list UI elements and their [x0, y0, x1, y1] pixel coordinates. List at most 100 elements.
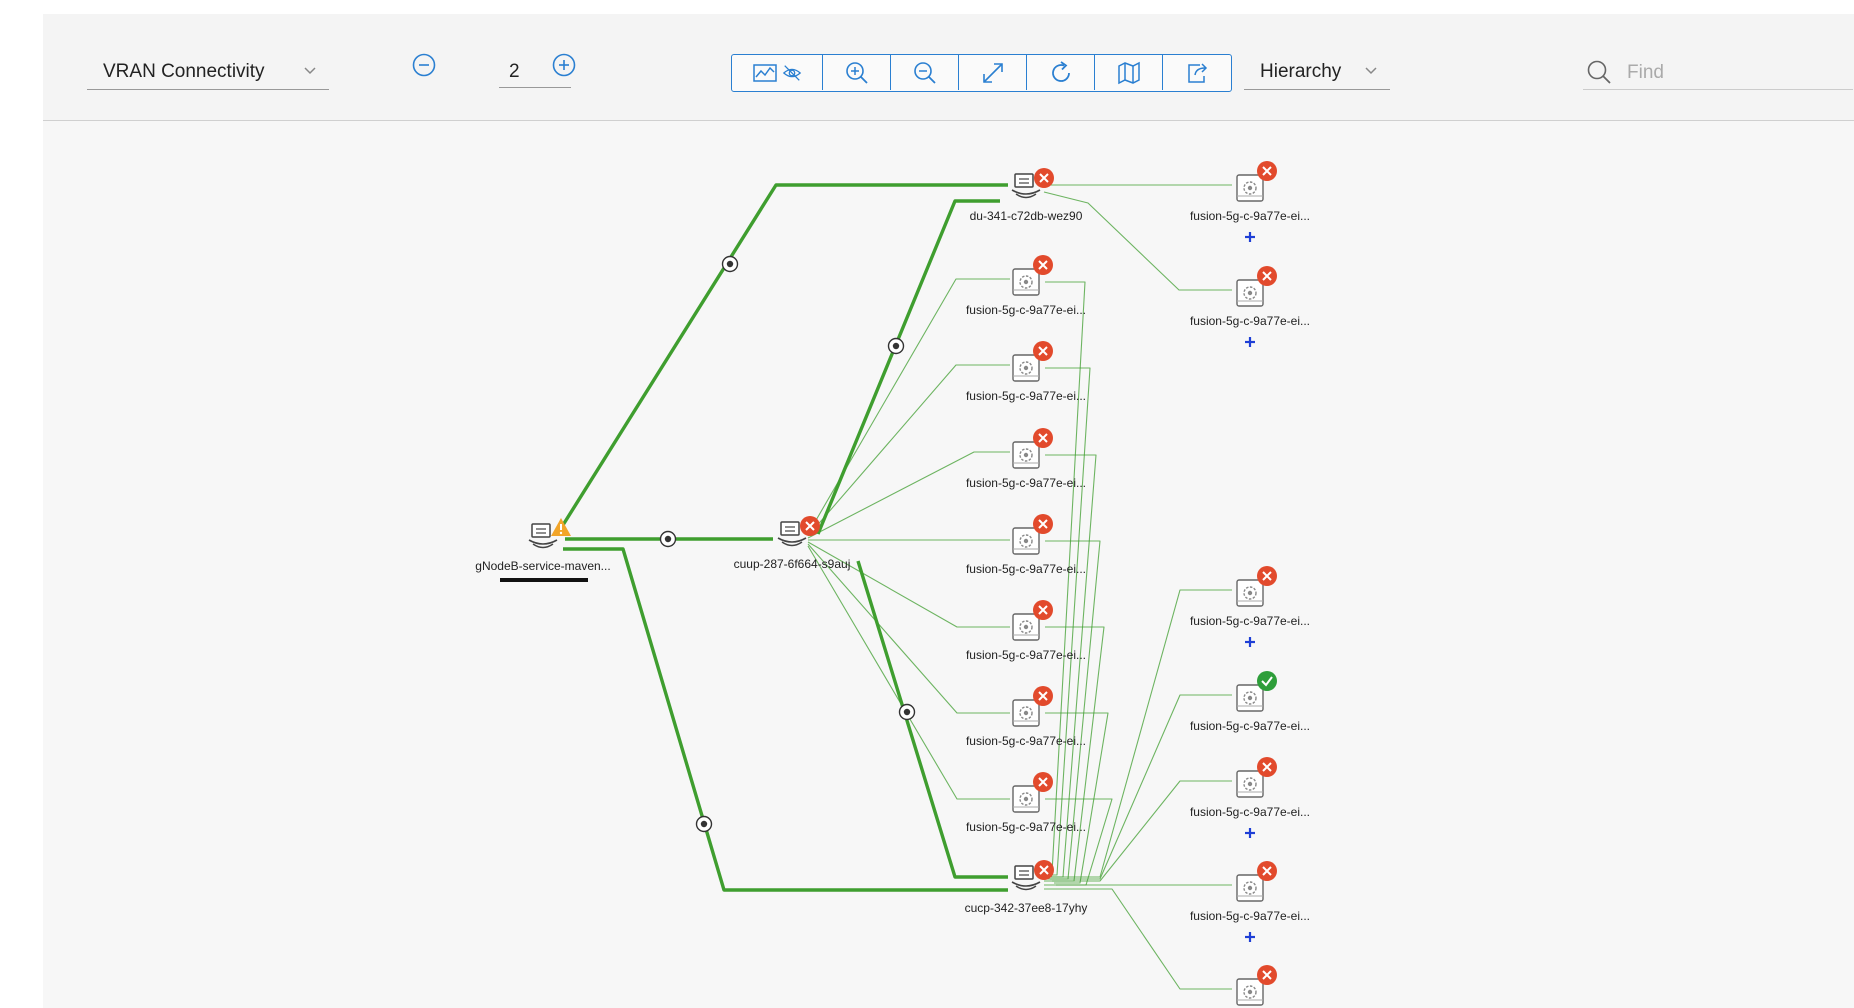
- topology-node-cuup[interactable]: cuup-287-6f664-s9auj: [734, 516, 851, 571]
- map-icon: [1117, 61, 1140, 84]
- node-label: fusion-5g-c-9a77e-ei...: [966, 820, 1086, 834]
- edge-marker-icon[interactable]: [659, 530, 677, 548]
- expand-node-icon[interactable]: [1245, 232, 1255, 242]
- expand-node-icon[interactable]: [1245, 337, 1255, 347]
- topology-node-du1[interactable]: fusion-5g-c-9a77e-ei...: [1190, 161, 1310, 242]
- chevron-down-icon: [303, 63, 317, 77]
- error-badge-icon: [1034, 168, 1054, 188]
- function-node-icon: [1236, 174, 1264, 202]
- topology-node-c3[interactable]: fusion-5g-c-9a77e-ei...: [1190, 757, 1310, 838]
- expand-node-icon[interactable]: [1245, 637, 1255, 647]
- expand-node-icon[interactable]: [1245, 828, 1255, 838]
- edge-du-du2[interactable]: [1043, 191, 1232, 291]
- error-badge-icon: [1033, 341, 1053, 361]
- node-label: fusion-5g-c-9a77e-ei...: [1190, 719, 1310, 733]
- topology-node-c1[interactable]: fusion-5g-c-9a77e-ei...: [1190, 566, 1310, 647]
- function-node-icon: [1012, 699, 1040, 727]
- node-label: fusion-5g-c-9a77e-ei...: [1190, 909, 1310, 923]
- function-node-icon: [1236, 579, 1264, 607]
- function-node-icon: [1236, 978, 1264, 1006]
- node-label: fusion-5g-c-9a77e-ei...: [966, 648, 1086, 662]
- error-badge-icon: [1257, 566, 1277, 586]
- edge-cuup-f5[interactable]: [807, 541, 1010, 628]
- node-label: fusion-5g-c-9a77e-ei...: [1190, 805, 1310, 819]
- eye-slash-icon: [782, 64, 802, 81]
- edge-markers-layer: [659, 255, 916, 833]
- chevron-down-icon: [1364, 63, 1378, 77]
- node-label: fusion-5g-c-9a77e-ei...: [966, 389, 1086, 403]
- function-node-icon: [1012, 785, 1040, 813]
- function-node-icon: [1236, 874, 1264, 902]
- node-label: fusion-5g-c-9a77e-ei...: [966, 562, 1086, 576]
- error-badge-icon: [1033, 514, 1053, 534]
- toggle-metrics-button[interactable]: [732, 55, 823, 90]
- expand-node-icon[interactable]: [1245, 932, 1255, 942]
- find-input[interactable]: [1625, 58, 1849, 88]
- edge-marker-icon[interactable]: [721, 255, 739, 273]
- edge-cuup-f7[interactable]: [807, 545, 1010, 800]
- topology-node-f3[interactable]: fusion-5g-c-9a77e-ei...: [966, 428, 1086, 490]
- topology-node-f1[interactable]: fusion-5g-c-9a77e-ei...: [966, 255, 1086, 317]
- function-node-icon: [1012, 527, 1040, 555]
- warning-badge-icon: [551, 518, 571, 536]
- topology-node-c2[interactable]: fusion-5g-c-9a77e-ei...: [1190, 671, 1310, 733]
- zoom-in-button[interactable]: [823, 55, 891, 90]
- graph-actions-group: [731, 54, 1232, 92]
- layout-select[interactable]: Hierarchy: [1244, 54, 1390, 90]
- topology-graph: gNodeB-service-maven... cuup-287-6f664-s9…: [475, 161, 1310, 1008]
- decrease-depth-button[interactable]: [411, 52, 437, 78]
- view-select-label: VRAN Connectivity: [103, 60, 265, 82]
- increase-depth-button[interactable]: [551, 52, 577, 78]
- edges-layer: [561, 183, 1232, 990]
- edge-marker-icon[interactable]: [887, 337, 905, 355]
- edge-marker-icon[interactable]: [695, 815, 713, 833]
- topology-node-f4[interactable]: fusion-5g-c-9a77e-ei...: [966, 514, 1086, 576]
- nodes-layer: gNodeB-service-maven... cuup-287-6f664-s9…: [475, 161, 1310, 1008]
- topology-node-du2[interactable]: fusion-5g-c-9a77e-ei...: [1190, 266, 1310, 347]
- refresh-button[interactable]: [1027, 55, 1095, 90]
- chart-icon: [753, 63, 777, 82]
- export-button[interactable]: [1163, 55, 1231, 90]
- map-view-button[interactable]: [1095, 55, 1163, 90]
- error-badge-icon: [1033, 686, 1053, 706]
- find-field: [1583, 54, 1853, 90]
- node-label: fusion-5g-c-9a77e-ei...: [1190, 614, 1310, 628]
- export-icon: [1188, 62, 1208, 83]
- edge-cuup-f3[interactable]: [807, 451, 1010, 539]
- node-label: fusion-5g-c-9a77e-ei...: [966, 303, 1086, 317]
- function-node-icon: [1012, 441, 1040, 469]
- topology-node-f7[interactable]: fusion-5g-c-9a77e-ei...: [966, 772, 1086, 834]
- error-badge-icon: [1033, 428, 1053, 448]
- node-label: gNodeB-service-maven...: [475, 559, 610, 573]
- expand-icon: [982, 62, 1003, 83]
- function-node-icon: [1236, 684, 1264, 712]
- node-label: cucp-342-37ee8-17yhy: [965, 901, 1088, 915]
- topology-node-f2[interactable]: fusion-5g-c-9a77e-ei...: [966, 341, 1086, 403]
- topology-node-c4[interactable]: fusion-5g-c-9a77e-ei...: [1190, 861, 1310, 942]
- refresh-icon: [1051, 60, 1070, 82]
- edge-gnb-cucp[interactable]: [563, 547, 1008, 892]
- topology-canvas[interactable]: gNodeB-service-maven... cuup-287-6f664-s9…: [43, 121, 1854, 1008]
- zoom-out-button[interactable]: [891, 55, 959, 90]
- function-node-icon: [1012, 268, 1040, 296]
- node-label: fusion-5g-c-9a77e-ei...: [966, 476, 1086, 490]
- error-badge-icon: [1033, 772, 1053, 792]
- error-badge-icon: [1257, 965, 1277, 985]
- error-badge-icon: [1257, 266, 1277, 286]
- graph-toolbar: VRAN Connectivity 2 Hierarchy Find: [43, 14, 1854, 121]
- zoom-in-icon: [845, 61, 868, 84]
- topology-node-f5[interactable]: fusion-5g-c-9a77e-ei...: [966, 600, 1086, 662]
- view-select[interactable]: VRAN Connectivity: [87, 54, 329, 90]
- fit-to-screen-button[interactable]: [959, 55, 1027, 90]
- plus-circle-icon: [552, 53, 576, 77]
- search-icon: [1587, 60, 1611, 84]
- node-label: du-341-c72db-wez90: [970, 209, 1083, 223]
- topology-node-c5[interactable]: fusion-5g-c-9a77e-ei...: [1190, 965, 1310, 1008]
- function-node-icon: [1236, 279, 1264, 307]
- topology-node-du[interactable]: du-341-c72db-wez90: [970, 168, 1083, 223]
- node-label: cuup-287-6f664-s9auj: [734, 557, 851, 571]
- edge-marker-icon[interactable]: [898, 703, 916, 721]
- zoom-out-icon: [913, 61, 936, 84]
- minus-circle-icon: [412, 53, 436, 77]
- topology-node-f6[interactable]: fusion-5g-c-9a77e-ei...: [966, 686, 1086, 748]
